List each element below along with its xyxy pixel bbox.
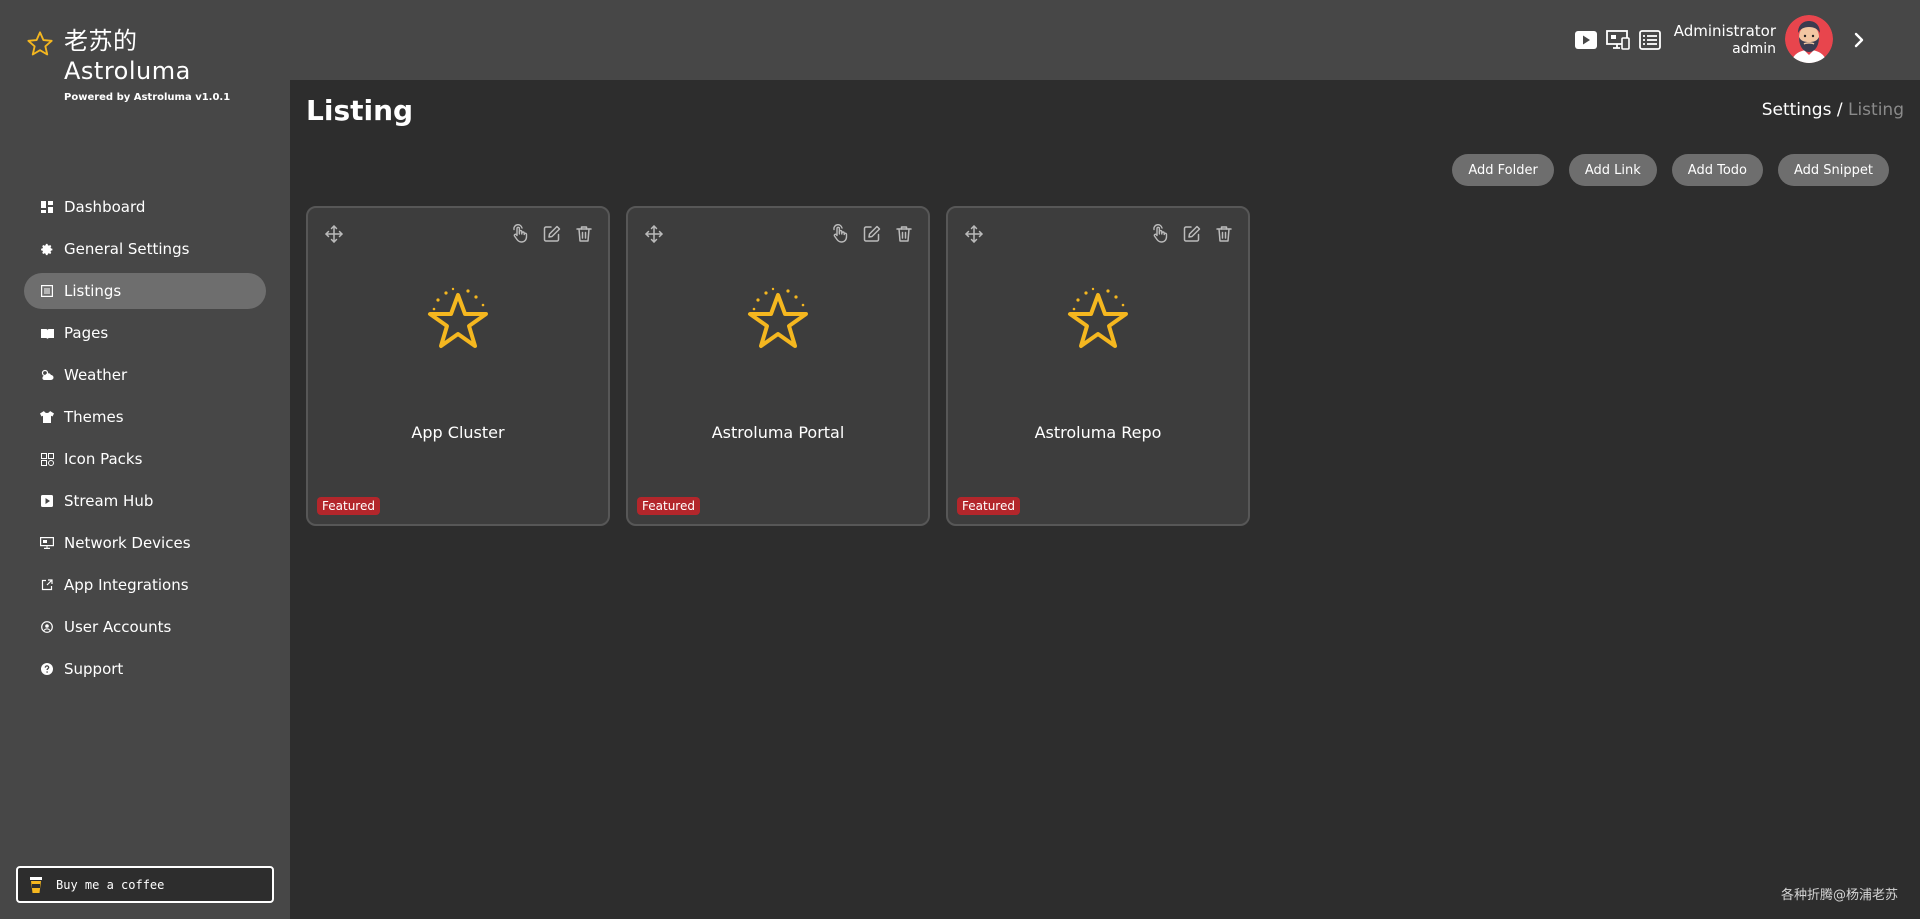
breadcrumb-settings[interactable]: Settings /	[1762, 100, 1843, 120]
buy-coffee-button[interactable]: Buy me a coffee	[16, 866, 274, 903]
sidebar-item-stream-hub[interactable]: Stream Hub	[24, 483, 266, 519]
card-title: Astroluma Repo	[1034, 423, 1162, 442]
sidebar-item-label: Network Devices	[64, 534, 191, 552]
brand[interactable]: 老苏的 Astroluma Powered by Astroluma v1.0.…	[26, 26, 230, 103]
book-icon	[40, 326, 54, 340]
featured-badge: Featured	[637, 497, 700, 515]
brand-title-line2: Astroluma	[64, 57, 191, 85]
external-link-icon	[40, 578, 54, 592]
user-name: Administrator	[1673, 22, 1776, 40]
sidebar-item-label: User Accounts	[64, 618, 172, 636]
add-todo-button[interactable]: Add Todo	[1671, 154, 1763, 186]
star-icon	[428, 287, 488, 348]
sidebar-item-general-settings[interactable]: General Settings	[24, 231, 266, 267]
edit-icon[interactable]	[862, 224, 882, 244]
trash-icon[interactable]	[574, 224, 594, 244]
listing-card[interactable]: Astroluma Portal Featured	[626, 206, 930, 526]
sidebar-item-label: General Settings	[64, 240, 190, 258]
user-role: admin	[1732, 41, 1776, 57]
sidebar-item-label: Listings	[64, 282, 122, 300]
trash-icon[interactable]	[1214, 224, 1234, 244]
sidebar-item-app-integrations[interactable]: App Integrations	[24, 567, 266, 603]
gear-icon	[40, 242, 54, 256]
dashboard-icon	[40, 200, 54, 214]
sidebar-item-label: Themes	[64, 408, 124, 426]
sidebar-item-icon-packs[interactable]: Icon Packs	[24, 441, 266, 477]
sidebar-item-listings[interactable]: Listings	[24, 273, 266, 309]
action-bar: Add Folder Add Link Add Todo Add Snippet	[1452, 154, 1889, 186]
sidebar-item-label: Weather	[64, 366, 128, 384]
listing-card[interactable]: Astroluma Repo Featured	[946, 206, 1250, 526]
sidebar-item-label: App Integrations	[64, 576, 189, 594]
buy-coffee-label: Buy me a coffee	[56, 877, 165, 892]
question-icon	[40, 662, 54, 676]
star-icon	[748, 287, 808, 348]
card-title: App Cluster	[411, 423, 505, 442]
sidebar-item-support[interactable]: Support	[24, 651, 266, 687]
footer-watermark: 各种折腾@杨浦老苏	[1780, 888, 1898, 903]
chevron-right-icon[interactable]	[1847, 28, 1871, 52]
user-circle-icon	[40, 620, 54, 634]
top-bar: Administrator admin	[290, 0, 1920, 80]
monitor-icon	[40, 536, 54, 550]
card-tools	[510, 224, 594, 244]
sidebar: 老苏的 Astroluma Powered by Astroluma v1.0.…	[0, 0, 290, 919]
play-icon	[40, 494, 54, 508]
sidebar-item-themes[interactable]: Themes	[24, 399, 266, 435]
sidebar-item-label: Dashboard	[64, 198, 146, 216]
card-tools	[830, 224, 914, 244]
coffee-cup-icon	[30, 876, 42, 893]
sidebar-item-pages[interactable]: Pages	[24, 315, 266, 351]
star-icon	[1068, 287, 1128, 348]
list-icon	[40, 284, 54, 298]
add-folder-button[interactable]: Add Folder	[1452, 154, 1554, 186]
card-title: Astroluma Portal	[711, 423, 845, 442]
user-info[interactable]: Administrator admin	[1674, 22, 1776, 58]
top-icon-group	[1574, 28, 1662, 52]
sidebar-item-user-accounts[interactable]: User Accounts	[24, 609, 266, 645]
sidebar-nav: Dashboard General Settings Listings Page…	[24, 189, 266, 693]
sidebar-item-label: Icon Packs	[64, 450, 143, 468]
add-link-button[interactable]: Add Link	[1568, 154, 1657, 186]
devices-icon[interactable]	[1606, 28, 1630, 52]
breadcrumb: Settings / Listing	[1762, 100, 1904, 120]
page-title: Listing	[306, 94, 414, 127]
youtube-icon[interactable]	[1574, 28, 1598, 52]
sidebar-item-label: Stream Hub	[64, 492, 154, 510]
sidebar-item-weather[interactable]: Weather	[24, 357, 266, 393]
brand-title-line1: 老苏的	[64, 27, 138, 55]
weather-icon	[40, 368, 54, 382]
edit-icon[interactable]	[1182, 224, 1202, 244]
hand-pointer-icon[interactable]	[830, 224, 850, 244]
edit-icon[interactable]	[542, 224, 562, 244]
icon-packs-icon	[40, 452, 54, 466]
breadcrumb-current: Listing	[1847, 100, 1904, 120]
trash-icon[interactable]	[894, 224, 914, 244]
brand-subtitle: Powered by Astroluma v1.0.1	[64, 92, 231, 103]
hand-pointer-icon[interactable]	[1150, 224, 1170, 244]
sidebar-item-network-devices[interactable]: Network Devices	[24, 525, 266, 561]
hand-pointer-icon[interactable]	[510, 224, 530, 244]
featured-badge: Featured	[317, 497, 380, 515]
card-tools	[1150, 224, 1234, 244]
move-icon[interactable]	[644, 224, 664, 244]
list-view-icon[interactable]	[1638, 28, 1662, 52]
shirt-icon	[40, 410, 54, 424]
move-icon[interactable]	[324, 224, 344, 244]
add-snippet-button[interactable]: Add Snippet	[1777, 154, 1889, 186]
listing-card[interactable]: App Cluster Featured	[306, 206, 610, 526]
listing-grid: App Cluster Featured Astroluma Portal Fe…	[306, 206, 1250, 526]
move-icon[interactable]	[964, 224, 984, 244]
sidebar-item-label: Pages	[64, 324, 109, 342]
sidebar-item-dashboard[interactable]: Dashboard	[24, 189, 266, 225]
star-icon	[27, 31, 53, 56]
avatar[interactable]	[1785, 15, 1833, 63]
featured-badge: Featured	[957, 497, 1020, 515]
sidebar-item-label: Support	[64, 660, 124, 678]
